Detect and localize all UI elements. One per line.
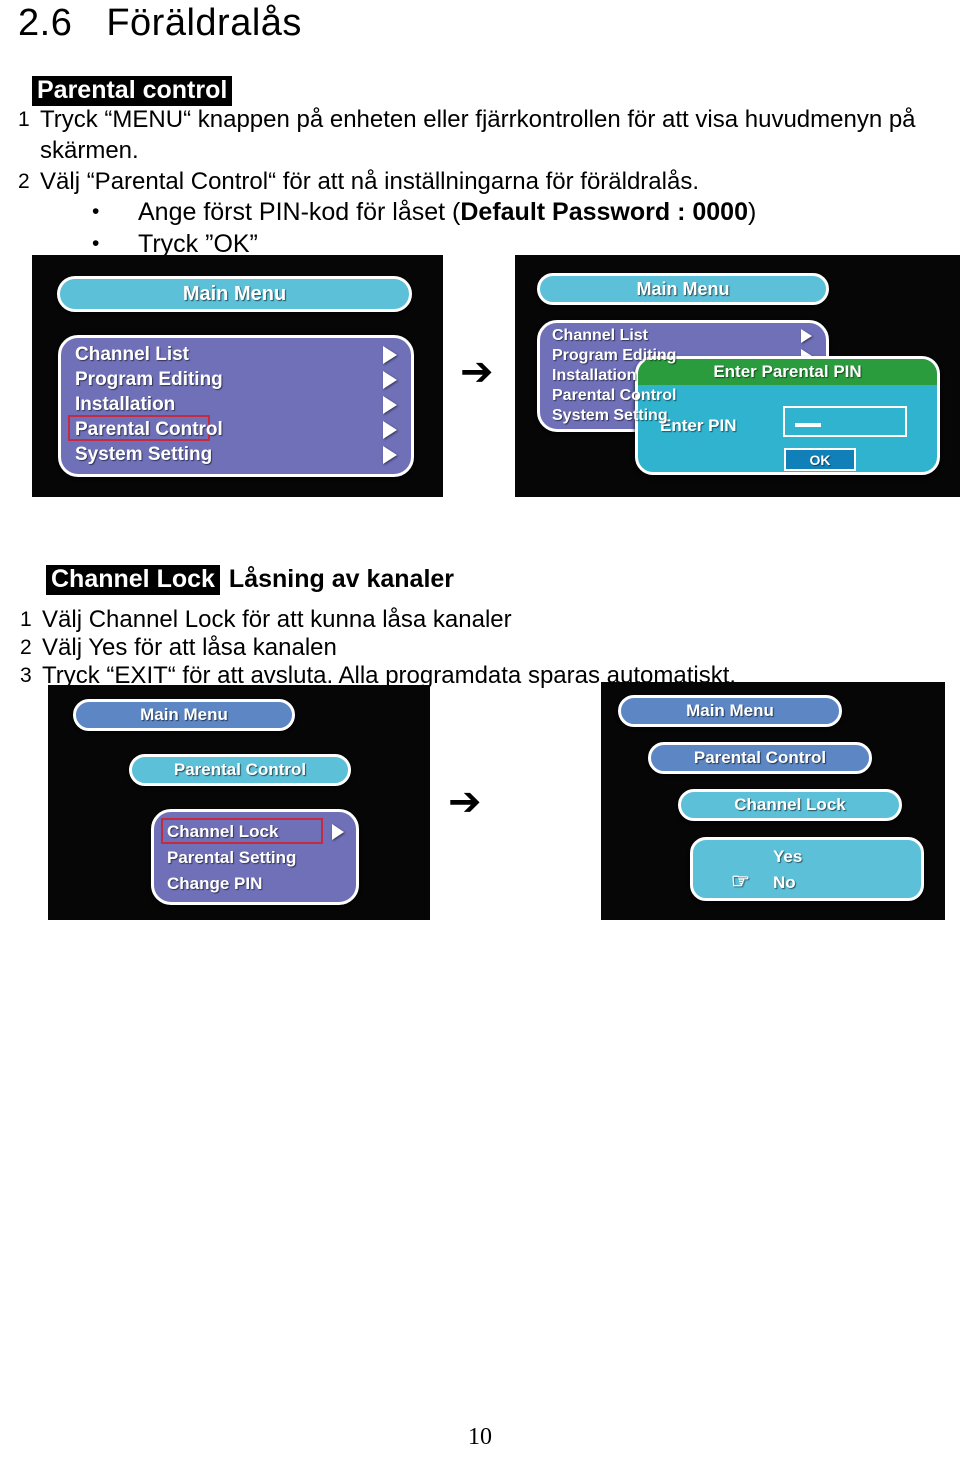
chevron-right-icon xyxy=(383,370,397,389)
menu-item-parental-setting[interactable]: Parental Setting xyxy=(154,845,356,871)
screenshot-main-menu: Main Menu Channel List Program Editing I… xyxy=(32,255,443,497)
menu-item-channel-list[interactable]: Channel List xyxy=(540,326,826,346)
page-title: 2.6 Föräldralås xyxy=(18,2,302,45)
menu-item-installation[interactable]: Installation xyxy=(61,392,411,417)
breadcrumb-label: Main Menu xyxy=(140,705,228,724)
list-text: Välj Channel Lock för att kunna låsa kan… xyxy=(42,606,512,633)
list-index: 1 xyxy=(18,108,30,131)
chevron-right-icon xyxy=(801,329,812,343)
menu-item-label: Program Editing xyxy=(552,347,677,364)
page-number: 10 xyxy=(468,1424,492,1450)
menu-item-channel-lock[interactable]: Channel Lock xyxy=(154,819,356,845)
chevron-right-icon xyxy=(383,445,397,464)
menu-item-change-pin[interactable]: Change PIN xyxy=(154,871,356,897)
bullet-dot: • xyxy=(92,200,100,223)
bullet-item: • Ange först PIN-kod för låset (Default … xyxy=(92,196,932,228)
yes-no-option-panel: Yes ☞ No xyxy=(690,837,924,901)
menu-item-program-editing[interactable]: Program Editing xyxy=(61,367,411,392)
breadcrumb-label: Parental Control xyxy=(693,748,827,767)
option-label: No xyxy=(773,873,796,892)
channel-lock-header: Channel Lock Låsning av kanaler xyxy=(46,565,455,596)
section-title: Föräldralås xyxy=(106,2,302,44)
menu-item-label: Program Editing xyxy=(75,368,223,390)
list-text: Tryck “MENU“ knappen på enheten eller fj… xyxy=(40,106,916,164)
dialog-title: Enter Parental PIN xyxy=(638,359,937,385)
list-item: 2 Välj “Parental Control“ för att nå ins… xyxy=(18,166,930,197)
list-text: Välj “Parental Control“ för att nå instä… xyxy=(40,168,699,195)
flow-arrow-bottom: ➔ xyxy=(448,779,482,825)
option-yes[interactable]: Yes xyxy=(693,844,921,870)
osd-title-label: Main Menu xyxy=(636,278,730,299)
screenshot-channel-lock-confirm: Main Menu Parental Control Channel Lock … xyxy=(601,682,945,920)
pointing-hand-icon: ☞ xyxy=(731,870,750,893)
channel-lock-header-suffix: Låsning av kanaler xyxy=(228,565,455,593)
enter-pin-label: Enter PIN xyxy=(660,416,737,435)
list-item: 1 Välj Channel Lock för att kunna låsa k… xyxy=(20,604,932,635)
menu-item-label: Change PIN xyxy=(167,874,263,893)
document-page: 2.6 Föräldralås Parental control 1 Tryck … xyxy=(0,0,960,1482)
list-text: Välj Yes för att låsa kanalen xyxy=(42,634,337,661)
screenshot-parental-control-menu: Main Menu Parental Control Channel Lock … xyxy=(48,685,430,920)
menu-item-label: Parental Control xyxy=(552,387,677,404)
list-index: 3 xyxy=(20,664,32,687)
dialog-ok-button[interactable]: OK xyxy=(784,448,856,471)
osd-title-bar: Main Menu xyxy=(537,273,829,305)
bullet-text-bold: Default Password : 0000 xyxy=(460,198,748,226)
chevron-right-icon xyxy=(383,420,397,439)
screenshot-enter-pin: Main Menu Channel List Program Editing I… xyxy=(515,255,960,497)
breadcrumb-main-menu[interactable]: Main Menu xyxy=(618,695,842,727)
menu-item-label: Parental Setting xyxy=(167,848,297,867)
enter-parental-pin-dialog: Enter Parental PIN Enter PIN OK xyxy=(635,356,940,475)
bullet-text-plain: Ange först PIN-kod för låset ( xyxy=(138,198,461,226)
menu-item-channel-list[interactable]: Channel List xyxy=(61,342,411,367)
menu-item-label: System Setting xyxy=(75,443,213,465)
breadcrumb-parental-control[interactable]: Parental Control xyxy=(129,754,351,786)
chevron-right-icon xyxy=(332,824,344,840)
breadcrumb-channel-lock[interactable]: Channel Lock xyxy=(678,789,902,821)
osd-submenu-panel: Channel Lock Parental Setting Change PIN xyxy=(151,809,359,905)
menu-item-label: Installation xyxy=(75,393,176,415)
breadcrumb-label: Channel Lock xyxy=(734,795,846,814)
menu-item-label: Channel List xyxy=(75,343,190,365)
black-highlight-label: Parental control xyxy=(32,76,233,107)
pin-input[interactable] xyxy=(783,406,907,437)
osd-title-bar: Main Menu xyxy=(57,276,412,312)
ok-button-label: OK xyxy=(809,451,831,468)
option-label: Yes xyxy=(773,847,803,866)
section-number: 2.6 xyxy=(18,2,73,44)
menu-item-label: Installation xyxy=(552,367,637,384)
chevron-right-icon xyxy=(383,395,397,414)
breadcrumb-main-menu[interactable]: Main Menu xyxy=(73,699,295,731)
menu-item-label: Parental Control xyxy=(75,418,223,440)
option-no[interactable]: ☞ No xyxy=(693,870,921,896)
menu-item-system-setting[interactable]: System Setting xyxy=(61,442,411,467)
text-caret xyxy=(795,423,821,427)
list-item: 2 Välj Yes för att låsa kanalen xyxy=(20,632,932,663)
breadcrumb-parental-control[interactable]: Parental Control xyxy=(648,742,872,774)
breadcrumb-label: Main Menu xyxy=(686,701,774,720)
osd-title-label: Main Menu xyxy=(182,282,287,305)
parental-control-header: Parental control xyxy=(32,76,233,107)
list-item: 1 Tryck “MENU“ knappen på enheten eller … xyxy=(18,104,930,166)
breadcrumb-label: Parental Control xyxy=(173,760,307,779)
menu-item-parental-control[interactable]: Parental Control xyxy=(61,417,411,442)
menu-item-label: Channel List xyxy=(552,327,649,344)
menu-item-label: System Setting xyxy=(552,407,668,424)
list-index: 2 xyxy=(20,636,32,659)
osd-menu-panel: Channel List Program Editing Installatio… xyxy=(58,335,414,477)
chevron-right-icon xyxy=(383,345,397,364)
list-index: 1 xyxy=(20,608,32,631)
bullet-text: Ange först PIN-kod för låset (Default Pa… xyxy=(138,196,932,228)
flow-arrow-top: ➔ xyxy=(460,349,494,395)
bullet-text-tail: ) xyxy=(747,198,757,226)
menu-item-label: Channel Lock xyxy=(167,822,279,841)
black-highlight-label: Channel Lock xyxy=(46,565,220,596)
list-index: 2 xyxy=(18,170,30,193)
